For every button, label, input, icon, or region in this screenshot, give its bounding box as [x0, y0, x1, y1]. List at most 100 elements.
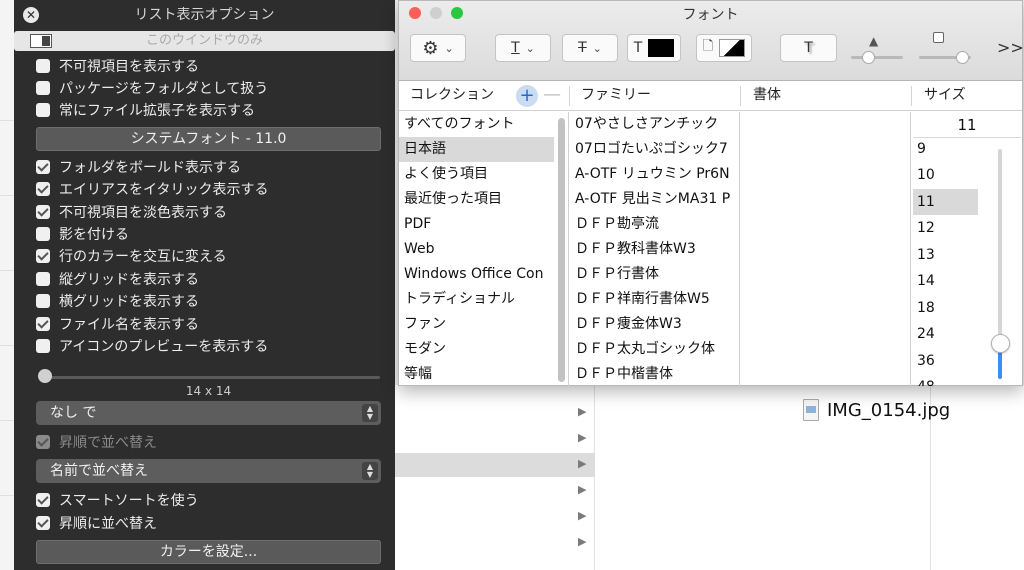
size-item[interactable]: 18	[913, 295, 978, 321]
family-item[interactable]: 07やさしさアンチック	[570, 112, 738, 137]
finder-row[interactable]: ▶	[395, 531, 595, 555]
size-item[interactable]: 12	[913, 215, 978, 241]
scope-toggle[interactable]: このウインドウのみ	[14, 31, 395, 51]
text-color-button[interactable]: T	[627, 34, 681, 62]
collections-scrollbar[interactable]	[558, 118, 565, 382]
collection-item[interactable]: Web	[399, 237, 554, 262]
finder-row[interactable]: ▶	[395, 401, 595, 425]
shadow-blur-knob[interactable]	[956, 51, 969, 64]
family-item[interactable]: ＤＦＰ太丸ゴシック体	[570, 337, 738, 362]
show-hidden-checkbox[interactable]: 不可視項目を表示する	[36, 56, 199, 76]
size-item[interactable]: 13	[913, 242, 978, 268]
column-headers: コレクション + — ファミリー 書体 サイズ	[399, 82, 1022, 111]
finder-column-2: IMG_0154.jpg	[595, 385, 950, 570]
collection-item[interactable]: すべてのフォント	[399, 112, 554, 137]
file-item[interactable]: IMG_0154.jpg	[803, 397, 950, 423]
text-shadow-button[interactable]: T	[780, 34, 837, 62]
finder-row[interactable]: ▶	[395, 479, 595, 503]
checkbox-icon	[36, 103, 50, 117]
fonts-window: フォント ⚙ ⌄ T ⌄ T ⌄ T 🗋 T ▲ >> コレクション + — フ…	[398, 0, 1024, 386]
finder-row-selected[interactable]: ▶	[395, 453, 595, 477]
family-item[interactable]: 07ロゴたいぷゴシック7	[570, 137, 738, 162]
collection-item[interactable]: Windows Office Con	[399, 262, 554, 287]
checkbox-checked-icon	[36, 182, 50, 196]
bold-folders-checkbox[interactable]: フォルダをボールド表示する	[36, 157, 241, 177]
size-item-selected[interactable]: 11	[913, 189, 978, 215]
icon-size-slider-knob[interactable]	[38, 369, 52, 383]
size-item[interactable]: 48	[913, 374, 978, 386]
vertical-grid-checkbox[interactable]: 縦グリッドを表示する	[36, 269, 199, 289]
action-menu-button[interactable]: ⚙ ⌄	[410, 34, 466, 62]
size-slider-knob[interactable]	[991, 334, 1010, 353]
show-filenames-checkbox[interactable]: ファイル名を表示する	[36, 314, 199, 334]
checkbox-icon	[36, 272, 50, 286]
size-input[interactable]: 11	[913, 112, 1021, 138]
ascending-checkbox[interactable]: 昇順に並べ替え	[36, 513, 157, 533]
underline-text-icon: T	[511, 40, 520, 56]
chevron-down-icon: ⌄	[444, 41, 454, 55]
shadow-opacity-knob[interactable]	[862, 51, 875, 64]
collection-item[interactable]: 最近使った項目	[399, 187, 554, 212]
checkbox-icon	[36, 294, 50, 308]
sort-by-select[interactable]: 名前で並べ替え ▲ ▼	[36, 459, 381, 483]
disclosure-arrow-icon: ▶	[578, 483, 587, 496]
horizontal-grid-checkbox[interactable]: 横グリッドを表示する	[36, 291, 199, 311]
alternate-rows-checkbox[interactable]: 行のカラーを交互に変える	[36, 246, 227, 266]
family-item[interactable]: A-OTF リュウミン Pr6N	[570, 162, 738, 187]
family-item[interactable]: ＤＦＰ祥南行書体W5	[570, 287, 738, 312]
text-shadow-icon: T	[804, 40, 813, 56]
italic-aliases-checkbox[interactable]: エイリアスをイタリック表示する	[36, 179, 268, 199]
checkbox-icon	[36, 81, 50, 95]
show-extensions-checkbox[interactable]: 常にファイル拡張子を表示する	[36, 100, 255, 120]
family-item[interactable]: A-OTF 見出ミンMA31 P	[570, 187, 738, 212]
checkbox-checked-icon	[36, 317, 50, 331]
up-down-chevron-icon: ▲ ▼	[362, 462, 378, 480]
strikethrough-menu-button[interactable]: T ⌄	[562, 34, 618, 62]
finder-column-view: ▶ ▶ ▶ ▶ ▶ ▶ IMG_0154.jpg	[395, 385, 1024, 570]
collection-item-selected[interactable]: 日本語	[399, 137, 554, 162]
disclosure-arrow-icon: ▶	[578, 535, 587, 548]
document-color-button[interactable]: 🗋	[696, 34, 752, 62]
jpeg-file-icon	[803, 399, 819, 421]
plus-icon[interactable]: +	[516, 85, 538, 107]
family-item[interactable]: ＤＦＰ勘亭流	[570, 212, 738, 237]
size-item[interactable]: 24	[913, 321, 978, 347]
shadow-checkbox[interactable]: 影を付ける	[36, 224, 129, 244]
shadow-opacity-slider[interactable]	[851, 56, 903, 59]
document-color-swatch	[719, 39, 746, 57]
family-item[interactable]: ＤＦＰ中楷書体	[570, 362, 738, 386]
dim-hidden-checkbox[interactable]: 不可視項目を淡色表示する	[36, 202, 227, 222]
size-item[interactable]: 10	[913, 162, 978, 188]
family-item[interactable]: ＤＦＰ痩金体W3	[570, 312, 738, 337]
group-by-select[interactable]: なし で ▲ ▼	[36, 401, 381, 425]
collection-item[interactable]: よく使う項目	[399, 162, 554, 187]
collection-item[interactable]: トラディショナル	[399, 287, 554, 312]
checkbox-icon	[36, 339, 50, 353]
icon-size-slider-track[interactable]	[42, 376, 380, 379]
minus-icon[interactable]: —	[543, 84, 561, 105]
size-item[interactable]: 36	[913, 348, 978, 374]
packages-as-folders-checkbox[interactable]: パッケージをフォルダとして扱う	[36, 78, 268, 98]
checkbox-icon	[36, 227, 50, 241]
system-font-button[interactable]: システムフォント - 11.0	[36, 127, 381, 151]
smart-sort-checkbox[interactable]: スマートソートを使う	[36, 490, 199, 510]
family-item[interactable]: ＤＦＰ行書体	[570, 262, 738, 287]
set-color-button[interactable]: カラーを設定...	[36, 540, 381, 564]
finder-row[interactable]: ▶	[395, 505, 595, 529]
typeface-list[interactable]	[741, 112, 911, 386]
icon-preview-checkbox[interactable]: アイコンのプレビューを表示する	[36, 336, 268, 356]
collection-item[interactable]: PDF	[399, 212, 554, 237]
size-item[interactable]: 9	[913, 136, 978, 162]
typeface-header: 書体	[753, 87, 781, 103]
toolbar-overflow-button[interactable]: >>	[997, 38, 1024, 57]
collection-item[interactable]: モダン	[399, 337, 554, 362]
size-item[interactable]: 14	[913, 268, 978, 294]
finder-row[interactable]: ▶	[395, 427, 595, 451]
family-item[interactable]: ＤＦＰ教科書体W3	[570, 237, 738, 262]
document-icon: 🗋	[702, 39, 714, 54]
checkbox-icon	[36, 59, 50, 73]
checkbox-checked-icon	[36, 160, 50, 174]
collection-item[interactable]: 等幅	[399, 362, 554, 386]
underline-menu-button[interactable]: T ⌄	[495, 34, 551, 62]
collection-item[interactable]: ファン	[399, 312, 554, 337]
